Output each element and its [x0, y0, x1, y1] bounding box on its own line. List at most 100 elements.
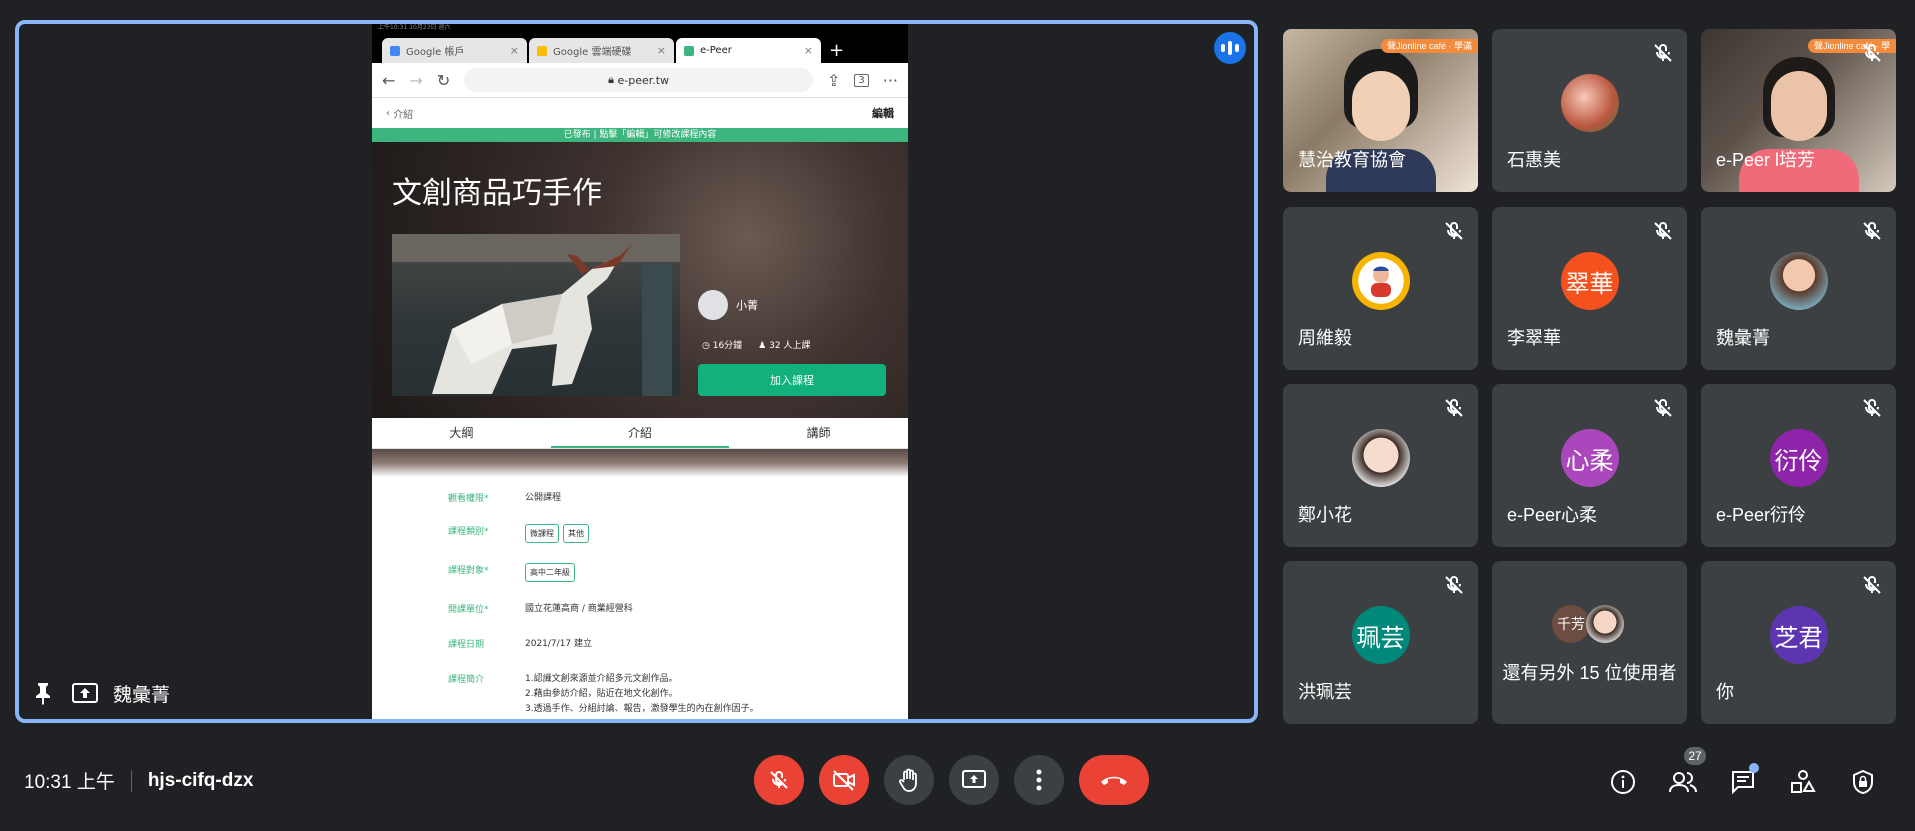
mic-off-icon: [1651, 396, 1675, 420]
participant-tile[interactable]: 翠華 李翠華: [1492, 207, 1687, 370]
course-image: [392, 234, 680, 396]
participant-name: 洪珮芸: [1298, 682, 1352, 702]
field-date: 課程日期 2021/7/17 建立: [448, 639, 593, 650]
more-icon[interactable]: ···: [883, 71, 898, 90]
more-participants-tile[interactable]: 千芳 還有另外 15 位使用者: [1492, 561, 1687, 724]
mic-off-icon: [1860, 219, 1884, 243]
chat-unread-dot: [1749, 763, 1759, 773]
meeting-details-button[interactable]: [1608, 767, 1638, 797]
tab-intro[interactable]: 介紹: [550, 418, 730, 448]
participant-name: 周維毅: [1298, 328, 1352, 348]
blurred-banner: [372, 449, 908, 477]
participant-tile[interactable]: 衍伶 e-Peer衍伶: [1701, 384, 1896, 547]
ios-status-bar: 上午10:31 10月23日 週六: [372, 24, 908, 32]
mic-off-icon: [1442, 573, 1466, 597]
hang-up-icon: [1101, 776, 1127, 785]
participant-name: e-Peer心柔: [1507, 505, 1598, 525]
participant-tile[interactable]: 聲Jionline café · 學 e-Peer l培芳: [1701, 29, 1896, 192]
back-icon[interactable]: ←: [382, 71, 395, 90]
participant-tile[interactable]: 魏彙菁: [1701, 207, 1896, 370]
forward-icon[interactable]: →: [409, 71, 422, 90]
participant-name: 你: [1716, 682, 1734, 702]
speaking-indicator: [1214, 32, 1246, 64]
leave-call-button[interactable]: [1079, 755, 1149, 805]
participant-tile[interactable]: 心柔 e-Peer心柔: [1492, 384, 1687, 547]
chip: 其他: [563, 524, 589, 543]
avatar: 珮芸: [1351, 606, 1410, 664]
join-course-button[interactable]: 加入課程: [698, 364, 886, 396]
activities-button[interactable]: [1788, 767, 1818, 797]
participant-tile[interactable]: 鄭小花: [1283, 384, 1478, 547]
lock-icon: 🔒︎: [608, 73, 614, 86]
mic-off-icon: [1442, 219, 1466, 243]
field-unit: 開課單位* 國立花蓮高商 / 商業經營科: [448, 604, 633, 615]
participant-name: 鄭小花: [1298, 505, 1352, 525]
browser-tab[interactable]: Google 帳戶 ×: [382, 38, 527, 63]
more-options-button[interactable]: [1014, 755, 1064, 805]
field-category: 課程類別* 微課程 其他: [372, 524, 908, 543]
url-toolbar: ← → ↻ 🔒︎ e-peer.tw ⇪ 3 ···: [372, 63, 908, 98]
camera-toggle-button[interactable]: [819, 755, 869, 805]
address-bar[interactable]: 🔒︎ e-peer.tw: [464, 68, 813, 92]
participant-name: 李翠華: [1507, 328, 1561, 348]
avatar: [1351, 429, 1410, 487]
self-tile[interactable]: 芝君 你: [1701, 561, 1896, 724]
drive-icon: [537, 45, 547, 56]
present-now-button[interactable]: [949, 755, 999, 805]
present-screen-icon: [71, 679, 99, 707]
avatar: [1769, 252, 1828, 310]
participant-name: 慧治教育協會: [1298, 150, 1406, 170]
participant-tile[interactable]: 石惠美: [1492, 29, 1687, 192]
course-meta: ◷ 16分鐘 ♟ 32 人上課: [702, 338, 810, 351]
author-info[interactable]: 小菁: [698, 290, 758, 320]
new-tab-icon[interactable]: +: [829, 38, 844, 63]
divider: [130, 769, 132, 792]
participant-tile[interactable]: 珮芸 洪珮芸: [1283, 561, 1478, 724]
reload-icon[interactable]: ↻: [437, 71, 450, 90]
participant-tile[interactable]: 周維毅: [1283, 207, 1478, 370]
camera-off-icon: [833, 770, 855, 791]
avatar: 翠華: [1560, 252, 1619, 310]
mic-off-icon: [770, 771, 788, 789]
avatar: 芝君: [1769, 606, 1828, 664]
raise-hand-button[interactable]: [884, 755, 934, 805]
hand-icon: [899, 768, 917, 792]
participant-name: 魏彙菁: [1716, 328, 1770, 348]
browser-tabbar: Google 帳戶 × Google 雲端硬碟 × e-Peer × +: [372, 32, 908, 63]
tab-count[interactable]: 3: [854, 73, 869, 87]
breadcrumb: ‹ 介紹 編輯: [386, 105, 894, 121]
edit-link[interactable]: 編輯: [872, 105, 894, 121]
share-icon[interactable]: ⇪: [827, 71, 840, 90]
tab-instructor[interactable]: 講師: [729, 418, 908, 448]
meeting-code: hjs-cifq-dzx: [147, 769, 254, 791]
participant-name: 石惠美: [1507, 150, 1561, 170]
close-icon[interactable]: ×: [510, 44, 519, 57]
chip: 高中二年級: [525, 563, 575, 582]
presentation-stage[interactable]: 上午10:31 10月23日 週六 Google 帳戶 × Google 雲端硬碟…: [15, 20, 1258, 723]
activities-icon: [1791, 770, 1816, 793]
close-icon[interactable]: ×: [657, 44, 666, 57]
content-tabs: 大綱 介紹 講師: [372, 418, 908, 449]
participant-tile[interactable]: 聲Jionline café · 學滿 慧治教育協會: [1283, 29, 1478, 192]
browser-tab-active[interactable]: e-Peer ×: [676, 38, 821, 63]
chevron-left-icon[interactable]: ‹: [386, 108, 393, 119]
field-intro: 課程簡介 1.認識文創來源並介紹多元文創作品。 2.藉由參訪介紹，貼近在地文化創作。…: [448, 674, 759, 714]
tab-outline[interactable]: 大綱: [372, 418, 551, 448]
mic-toggle-button[interactable]: [754, 755, 804, 805]
shield-lock-icon: [1853, 769, 1873, 795]
epeer-icon: [684, 45, 694, 56]
mic-off-icon: [1651, 219, 1675, 243]
avatar: 心柔: [1560, 429, 1619, 487]
browser-tab[interactable]: Google 雲端硬碟 ×: [529, 38, 674, 63]
camera-banner: 聲Jionline café · 學滿: [1380, 39, 1478, 53]
stage-footer: 魏彙菁: [29, 679, 170, 707]
participant-name: e-Peer衍伶: [1716, 505, 1807, 525]
participant-name: e-Peer l培芳: [1716, 150, 1816, 170]
host-controls-button[interactable]: [1848, 767, 1878, 797]
pin-icon[interactable]: [29, 679, 57, 707]
avatar: [698, 290, 728, 320]
people-button[interactable]: [1668, 767, 1698, 797]
close-icon[interactable]: ×: [804, 44, 813, 57]
presenter-name: 魏彙菁: [113, 684, 171, 706]
present-screen-icon: [962, 770, 986, 788]
